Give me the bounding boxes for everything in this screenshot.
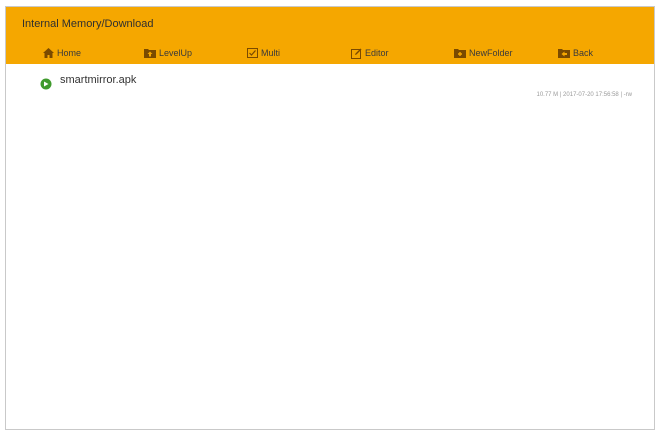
home-label: Home (57, 48, 82, 58)
home-icon (43, 48, 54, 58)
back-label: Back (573, 48, 594, 58)
new-folder-icon (454, 49, 466, 58)
back-button[interactable]: Back (558, 46, 593, 60)
back-folder-icon (558, 49, 570, 58)
levelup-label: LevelUp (159, 48, 193, 58)
editor-label: Editor (365, 48, 389, 58)
edit-icon (351, 48, 362, 59)
file-row[interactable]: smartmirror.apk 10.77 M | 2017-07-20 17:… (6, 64, 654, 104)
home-button[interactable]: Home (43, 46, 81, 60)
new-folder-label: NewFolder (469, 48, 513, 58)
multi-label: Multi (261, 48, 281, 58)
editor-button[interactable]: Editor (351, 46, 389, 60)
file-name: smartmirror.apk (60, 74, 137, 86)
file-list: smartmirror.apk 10.77 M | 2017-07-20 17:… (6, 64, 654, 429)
apk-file-icon (40, 78, 52, 90)
levelup-button[interactable]: LevelUp (144, 46, 192, 60)
multi-select-icon (247, 48, 258, 58)
folder-up-icon (144, 49, 156, 58)
file-manager-window: Internal Memory/Download Home LevelUp Mu… (5, 6, 655, 430)
current-path: Internal Memory/Download (22, 18, 154, 30)
new-folder-button[interactable]: NewFolder (454, 46, 513, 60)
header-bar: Internal Memory/Download Home LevelUp Mu… (6, 7, 654, 64)
file-meta: 10.77 M | 2017-07-20 17:56:58 | -rw (536, 92, 632, 98)
multi-button[interactable]: Multi (247, 46, 280, 60)
